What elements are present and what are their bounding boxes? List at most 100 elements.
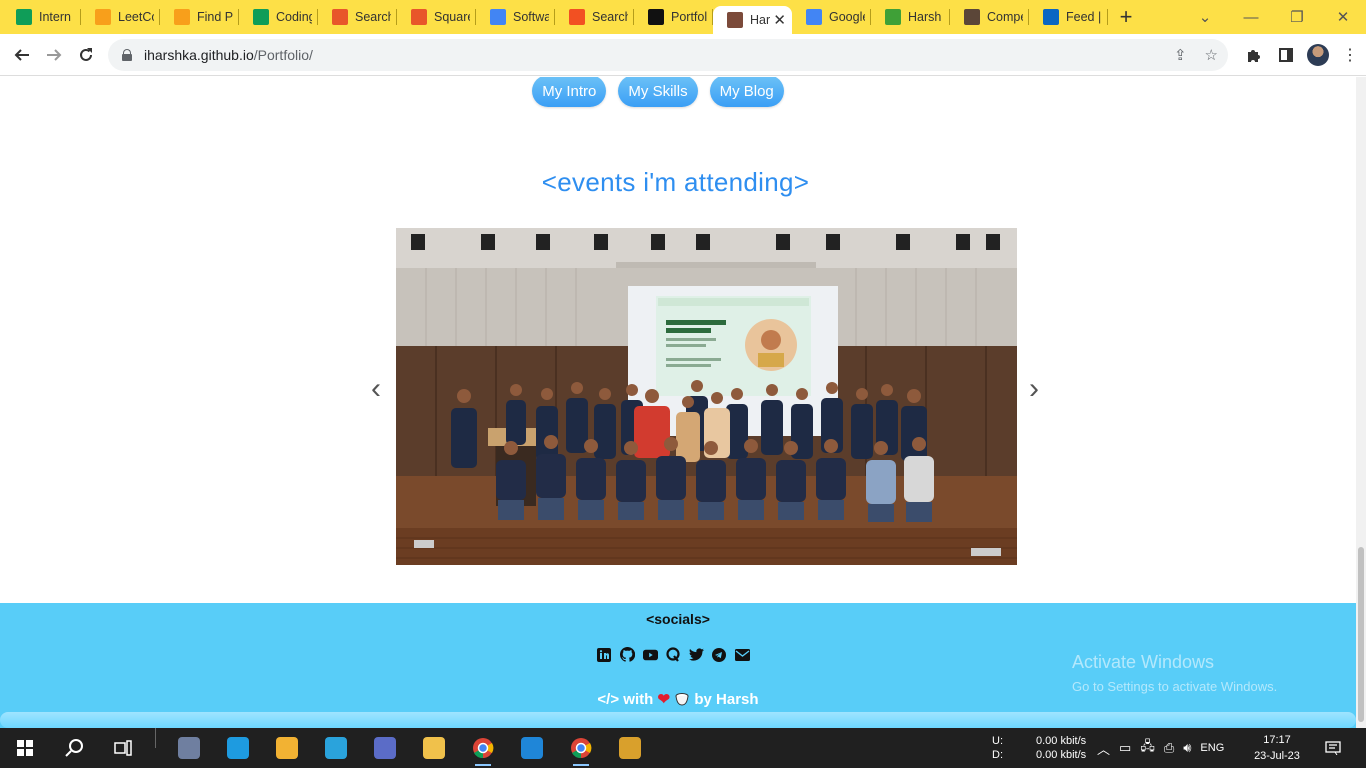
leetcode-icon (95, 9, 111, 25)
event-photo (396, 228, 1017, 565)
section-nav: My Intro My Skills My Blog (0, 77, 1356, 107)
address-bar[interactable]: iharshka.github.io/Portfolio/ ⇪ ☆ (108, 39, 1228, 71)
browser-tab[interactable]: Har ✕ (713, 6, 792, 34)
codechef-icon (411, 9, 427, 25)
profile-avatar[interactable] (1307, 44, 1329, 66)
browser-tab[interactable]: Feed | (1029, 0, 1108, 34)
back-button[interactable] (6, 39, 38, 71)
battery-icon[interactable]: ▭ (1119, 740, 1131, 756)
calculator-icon[interactable] (164, 728, 213, 768)
browser-tab[interactable]: Google (792, 0, 871, 34)
close-tab-icon[interactable]: ✕ (773, 11, 786, 29)
google-icon (490, 9, 506, 25)
tab-title: LeetCo (118, 10, 154, 24)
share-icon[interactable]: ⇪ (1174, 46, 1187, 64)
my-skills-button[interactable]: My Skills (618, 77, 698, 107)
browser-tab[interactable]: Search (318, 0, 397, 34)
close-window-button[interactable]: ✕ (1320, 0, 1366, 34)
forward-button[interactable] (38, 39, 70, 71)
scrollbar-thumb[interactable] (1358, 547, 1364, 722)
search-icon[interactable] (49, 728, 98, 768)
tab-title: Intern (39, 10, 71, 24)
browser-tab[interactable]: Intern (2, 0, 81, 34)
linkedin-icon[interactable] (597, 647, 612, 662)
url-host: iharshka.github.io (144, 47, 254, 63)
notifications-icon[interactable] (1322, 728, 1344, 768)
my-intro-button[interactable]: My Intro (532, 77, 607, 107)
net-upload: 0.00 kbit/s (1036, 735, 1087, 747)
browser-tab[interactable]: Portfol (634, 0, 713, 34)
telegram-icon[interactable] (712, 647, 727, 662)
minimize-button[interactable]: — (1228, 0, 1274, 34)
volume-icon[interactable]: 🔊︎ (1183, 740, 1191, 756)
net-labels: U: D: (992, 735, 1003, 761)
leetcode-icon (174, 9, 190, 25)
system-tray: ︿ ▭ 🖧 ⎙ 🔊︎ ENG (1097, 728, 1224, 768)
youtube-icon[interactable] (642, 647, 658, 662)
bookmark-star-icon[interactable]: ☆ (1205, 46, 1218, 64)
quora-icon[interactable] (666, 647, 681, 662)
tab-title: Har (750, 13, 771, 27)
back-arrow-icon (14, 48, 29, 61)
file-explorer-icon[interactable] (409, 728, 458, 768)
task-view-icon[interactable] (98, 728, 147, 768)
coffee-cup-icon (674, 692, 690, 706)
browser-tab[interactable]: LeetCo (81, 0, 160, 34)
network-icon[interactable]: 🖧 (1140, 737, 1155, 759)
docs-icon (806, 9, 822, 25)
browser-tab[interactable]: Square (397, 0, 476, 34)
chrome-profile-icon[interactable] (556, 728, 605, 768)
new-tab-button[interactable]: + (1108, 0, 1144, 34)
browser-tab[interactable]: Coding (239, 0, 318, 34)
tab-title: Google (829, 10, 865, 24)
mongodb-leaf-icon (885, 9, 901, 25)
git-icon[interactable] (605, 728, 654, 768)
restore-button[interactable]: ❐ (1274, 0, 1320, 34)
clock-time: 17:17 (1263, 734, 1291, 746)
browser-tab[interactable]: Find Pi (160, 0, 239, 34)
camera-icon[interactable]: ⎙ (1164, 740, 1174, 756)
browser-tab[interactable]: Compe (950, 0, 1029, 34)
my-blog-button[interactable]: My Blog (709, 77, 784, 107)
activate-windows-watermark: Activate Windows Go to Settings to activ… (1072, 652, 1277, 694)
menu-kebab-icon[interactable]: ⋮ (1334, 39, 1366, 71)
language-indicator[interactable]: ENG (1200, 742, 1224, 754)
url-path: /Portfolio/ (253, 47, 313, 63)
clock[interactable]: 17:17 23-Jul-23 (1252, 732, 1302, 764)
tab-strip: Intern LeetCo Find Pi Coding Search Square Sof… (0, 0, 1366, 34)
tab-title: Softwa (513, 10, 549, 24)
browser-tab[interactable]: Softwa (476, 0, 555, 34)
credit-prefix: </> with (597, 691, 654, 708)
browser-tab[interactable]: Harsh (871, 0, 950, 34)
tab-title: Portfol (671, 10, 707, 24)
credit-suffix: by Harsh (694, 691, 759, 708)
reload-button[interactable] (70, 39, 102, 71)
sheets-icon (253, 9, 269, 25)
page-viewport: My Intro My Skills My Blog <events i'm a… (0, 77, 1356, 728)
microsoft-icon (569, 9, 585, 25)
tab-title: Feed | (1066, 10, 1102, 24)
browser-tab[interactable]: Search (555, 0, 634, 34)
tab-title: Compe (987, 10, 1023, 24)
start-icon[interactable] (0, 728, 49, 768)
edge-icon[interactable] (213, 728, 262, 768)
socials-title: <socials> (646, 611, 710, 627)
windows-taskbar: U: D: 0.00 kbit/s 0.00 kbit/s ︿ ▭ 🖧 ⎙ 🔊︎ … (0, 728, 1366, 768)
extensions-puzzle-icon[interactable] (1238, 39, 1270, 71)
carousel-prev-button[interactable]: ‹ (362, 372, 390, 406)
tray-chevron-icon[interactable]: ︿ (1097, 739, 1110, 758)
watermark-line-2: Go to Settings to activate Windows. (1072, 679, 1278, 694)
side-panel-icon[interactable] (1270, 39, 1302, 71)
github-icon[interactable] (619, 647, 635, 662)
tab-search-icon[interactable]: ⌄ (1182, 0, 1228, 34)
store-icon[interactable] (262, 728, 311, 768)
app-grid-icon[interactable] (360, 728, 409, 768)
chrome-icon[interactable] (458, 728, 507, 768)
vscode-icon[interactable] (507, 728, 556, 768)
carousel-next-button[interactable]: › (1020, 372, 1048, 406)
email-icon[interactable] (734, 647, 750, 662)
lock-icon (122, 49, 132, 61)
twitter-icon[interactable] (688, 647, 704, 662)
page-scrollbar[interactable] (1356, 77, 1366, 728)
telegram-icon[interactable] (311, 728, 360, 768)
